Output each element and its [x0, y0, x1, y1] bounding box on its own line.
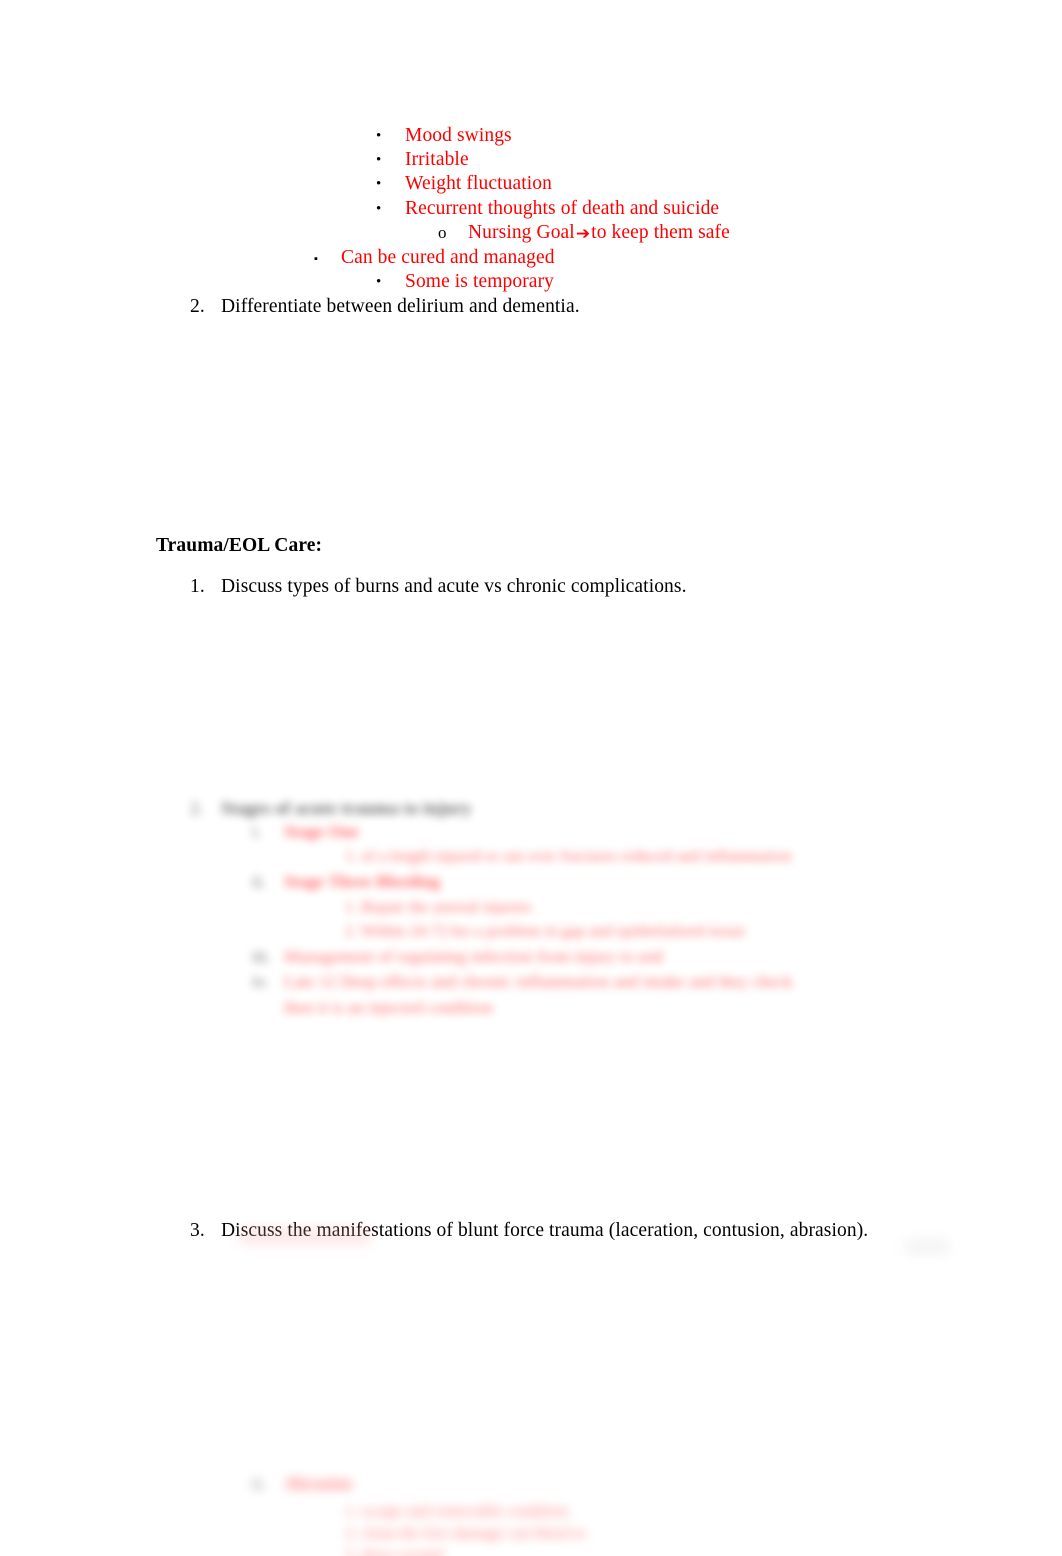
redacted-marker: ii. — [252, 872, 266, 891]
right-arrow-icon: ➔ — [575, 224, 591, 244]
redacted-row-text: 1. Repair the arterial injuries — [345, 899, 532, 916]
redacted-row-text: Stage One — [284, 822, 360, 841]
bullet-marker: • — [376, 152, 382, 168]
bullet-marker: • — [376, 274, 382, 290]
numbered-item-2-text: Differentiate between delirium and demen… — [221, 296, 580, 317]
bullet-marker: • — [376, 128, 382, 144]
redacted-row-text: 2. clean the free damage can bleed to — [345, 1525, 586, 1542]
blur-artifact — [905, 1240, 950, 1254]
redacted-row-text: 3. dress wound — [345, 1547, 443, 1556]
circle-bullet-marker: o — [438, 223, 447, 242]
numbered-item-3-number: 3. — [190, 1220, 205, 1241]
numbered-item-3-text: Discuss the manifestations of blunt forc… — [221, 1220, 869, 1241]
document-page: • Mood swings • Irritable • Weight fluct… — [0, 0, 1062, 1556]
redacted-row-text: Late 12 Deep effects and chronic inflamm… — [284, 972, 793, 991]
redacted-row-text: Stage Three Bleeding — [284, 872, 441, 891]
bullet-marker: • — [376, 201, 382, 217]
redacted-marker: ii. — [252, 1474, 266, 1493]
numbered-item-1-text: Discuss types of burns and acute vs chro… — [221, 576, 687, 597]
redacted-row-text: Management of regulating infection from … — [284, 947, 663, 966]
redacted-row-text: then it is an injected condition — [284, 998, 493, 1017]
bullet-text-some-is-temporary: Some is temporary — [405, 271, 555, 292]
redacted-marker: iii. — [252, 947, 271, 966]
bullet-text-mood-swings: Mood swings — [405, 125, 512, 146]
redacted-heading-text: Stages of acute trauma to injury — [221, 798, 472, 818]
numbered-item-2-number: 2. — [190, 296, 205, 317]
section-heading-trauma-eol: Trauma/EOL Care: — [156, 535, 323, 556]
redacted-row-text: 1. scrape and removable condition — [345, 1503, 569, 1520]
redacted-row-text: Abrasion — [284, 1474, 352, 1493]
bullet-marker: • — [376, 176, 382, 192]
bullet-text-weight-fluctuation: Weight fluctuation — [405, 173, 552, 194]
redacted-row-text: 1. of a length injured or out over fract… — [345, 848, 792, 865]
square-bullet-marker: ▪ — [314, 253, 318, 265]
bullet-text-irritable: Irritable — [405, 149, 469, 170]
redacted-row-text: 2. Within 24-72 hrs a problem in gap and… — [345, 923, 746, 940]
redacted-heading-number: 2. — [190, 798, 204, 818]
redacted-marker: i. — [252, 822, 262, 841]
redacted-marker: iv. — [252, 972, 269, 991]
nursing-goal-tail: to keep them safe — [591, 222, 730, 243]
sub-item-nursing-goal: Nursing Goal➔to keep them safe — [468, 221, 730, 246]
bullet-text-recurrent-thoughts: Recurrent thoughts of death and suicide — [405, 198, 720, 219]
square-item-text-can-be-cured: Can be cured and managed — [341, 247, 555, 268]
nursing-goal-label: Nursing Goal — [468, 222, 575, 243]
numbered-item-1-number: 1. — [190, 576, 205, 597]
